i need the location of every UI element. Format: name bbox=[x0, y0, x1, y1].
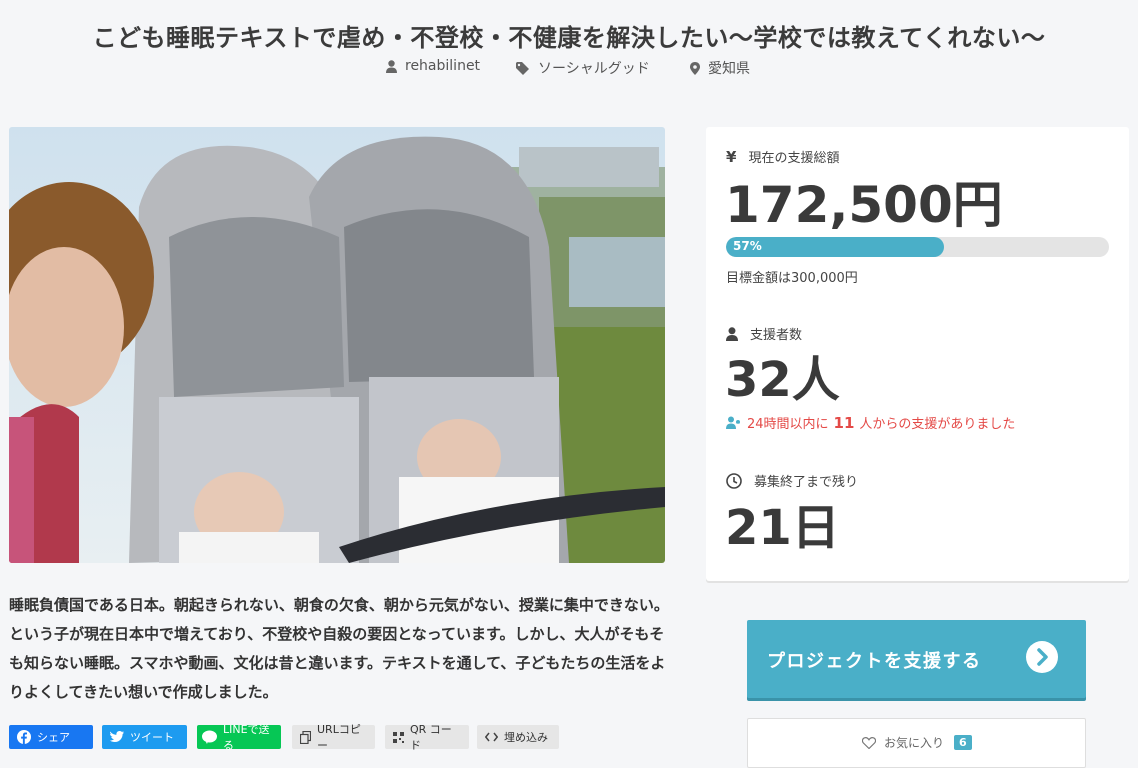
project-main-image bbox=[9, 127, 665, 563]
embed-button[interactable]: 埋め込み bbox=[477, 725, 559, 749]
map-pin-icon bbox=[690, 61, 700, 75]
remaining-label-row: 募集終了まで残り bbox=[726, 471, 858, 490]
favorite-button[interactable]: お気に入り 6 bbox=[747, 718, 1086, 768]
twitter-bird-icon bbox=[110, 731, 124, 742]
qr-code-button[interactable]: QR コード bbox=[385, 723, 469, 752]
progress-bar: 57% bbox=[726, 237, 1109, 257]
backers-label-row: 支援者数 bbox=[726, 324, 802, 343]
remaining-value: 21日 bbox=[725, 500, 840, 556]
location-link[interactable]: 愛知県 bbox=[690, 58, 750, 78]
favorite-count-badge: 6 bbox=[954, 735, 972, 750]
twitter-share-button[interactable]: ツイート bbox=[102, 725, 187, 749]
code-icon bbox=[485, 732, 498, 742]
support-project-button[interactable]: プロジェクトを支援する bbox=[747, 620, 1086, 698]
user-icon bbox=[386, 59, 397, 73]
funding-stats-card: ¥ 現在の支援総額 172,500円 57% 目標金額は300,000円 支援者… bbox=[706, 127, 1129, 581]
line-icon bbox=[202, 730, 217, 744]
copy-icon bbox=[300, 730, 311, 744]
project-title: こども睡眠テキストで虐め・不登校・不健康を解決したい〜学校では教えてくれない〜 bbox=[92, 24, 1046, 53]
recent-backers-notice: 24時間以内に 11 人からの支援がありました bbox=[726, 413, 1015, 432]
url-copy-button[interactable]: URLコピー bbox=[292, 723, 375, 752]
category-name: ソーシャルグッド bbox=[538, 61, 650, 77]
user-icon bbox=[726, 326, 738, 341]
backers-value: 32人 bbox=[725, 352, 840, 408]
qr-code-icon bbox=[393, 731, 404, 743]
facebook-icon bbox=[17, 730, 31, 744]
owner-link[interactable]: rehabilinet bbox=[386, 58, 480, 74]
goal-amount: 目標金額は300,000円 bbox=[726, 271, 858, 286]
amount-label-row: ¥ 現在の支援総額 bbox=[726, 147, 840, 167]
users-icon bbox=[726, 416, 740, 429]
amount-value: 172,500円 bbox=[725, 176, 1003, 234]
heart-icon bbox=[862, 736, 876, 749]
yen-icon: ¥ bbox=[726, 147, 737, 166]
arrow-right-icon bbox=[1026, 641, 1058, 673]
line-share-button[interactable]: LINEで送る bbox=[197, 723, 281, 752]
tag-icon bbox=[516, 61, 529, 75]
project-description: 睡眠負債国である日本。朝起きられない、朝食の欠食、朝から元気がない、授業に集中で… bbox=[9, 596, 669, 701]
location-name: 愛知県 bbox=[708, 61, 750, 77]
progress-percent: 57% bbox=[733, 239, 762, 253]
clock-icon bbox=[726, 472, 742, 489]
facebook-share-button[interactable]: シェア bbox=[9, 725, 93, 749]
owner-name: rehabilinet bbox=[405, 58, 481, 74]
category-link[interactable]: ソーシャルグッド bbox=[516, 58, 650, 78]
